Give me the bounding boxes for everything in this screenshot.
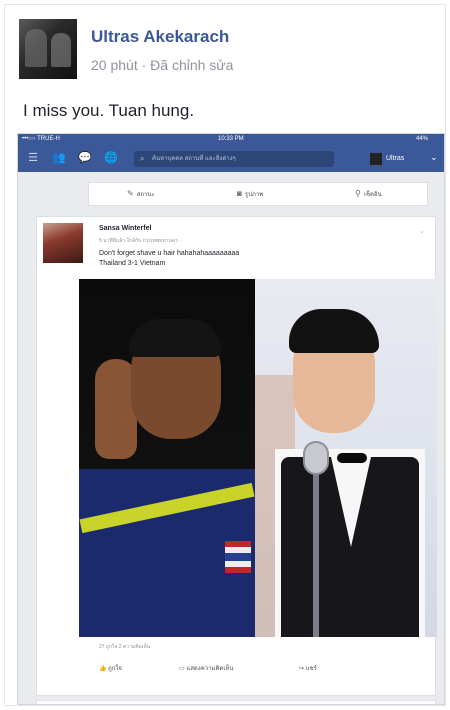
edit-icon: ✎: [127, 189, 134, 198]
microphone-stand: [313, 475, 319, 637]
profile-name: Ultras: [386, 155, 405, 162]
comment-button[interactable]: ▭ แสดงความคิดเห็น: [179, 663, 233, 673]
like-button[interactable]: 👍 ถูกใจ: [99, 663, 122, 673]
chevron-down-icon[interactable]: ⌄: [430, 152, 438, 163]
facebook-navbar: ☰ 👥 💬 🌐 ⌕ ค้นหาบุคคล สถานที่ และสิ่งต่าง…: [18, 146, 444, 172]
clock-label: 10:33 PM: [218, 136, 244, 142]
search-placeholder: ค้นหาบุคคล สถานที่ และสิ่งต่างๆ: [152, 156, 236, 162]
like-label: ถูกใจ: [108, 666, 122, 672]
inner-post-text: Don't forget shave u hair hahahahaaaaaaa…: [99, 249, 239, 269]
post-composer: ✎ สถานะ ◙ รูปภาพ ⚲ เช็คอิน: [88, 182, 428, 206]
status-button[interactable]: ✎ สถานะ: [127, 189, 155, 199]
like-icon: 👍: [99, 666, 109, 672]
menu-icon[interactable]: ☰: [26, 151, 40, 165]
photo-left-panel: [79, 279, 255, 637]
location-pin-icon: ⚲: [355, 189, 361, 198]
search-icon: ⌕: [140, 154, 145, 163]
thai-flag-stripe: [225, 567, 251, 573]
author-name[interactable]: Ultras Akekarach: [91, 27, 229, 47]
photo-right-panel: [255, 279, 437, 637]
inner-post-line1: Don't forget shave u hair hahahahaaaaaaa…: [99, 250, 240, 257]
checkin-button[interactable]: ⚲ เช็คอิน: [355, 189, 382, 199]
inner-post-meta: 5 นาทีที่แล้ว ใกล้กับ กรุงเทพมหานคร ·: [99, 238, 181, 244]
inner-author-name[interactable]: Sansa Winterfel: [99, 225, 151, 232]
share-button[interactable]: ↪ แชร์: [299, 663, 317, 673]
singer-hair: [289, 309, 379, 353]
reaction-stats[interactable]: 27 ถูกใจ 2 ความคิดเห็น: [99, 643, 150, 651]
status-label: สถานะ: [136, 192, 155, 198]
checkin-label: เช็คอิน: [363, 192, 382, 198]
post-photo[interactable]: [79, 279, 437, 637]
notifications-icon[interactable]: 🌐: [104, 151, 118, 165]
bow-tie: [337, 453, 367, 463]
attached-screenshot[interactable]: •••○○ TRUE-H 10:33 PM 44% ☰ 👥 💬 🌐 ⌕ ค้นห…: [17, 133, 445, 705]
carrier-label: •••○○ TRUE-H: [22, 136, 60, 142]
search-input[interactable]: ⌕ ค้นหาบุคคล สถานที่ และสิ่งต่างๆ: [134, 151, 334, 167]
player-hair: [129, 319, 221, 357]
photo-button[interactable]: ◙ รูปภาพ: [237, 189, 263, 199]
messages-icon[interactable]: 💬: [78, 151, 92, 165]
post-message: I miss you. Tuan hung.: [23, 101, 195, 120]
post-actions: 👍 ถูกใจ ▭ แสดงความคิดเห็น ↪ แชร์: [99, 663, 419, 677]
photo-label: รูปภาพ: [244, 192, 264, 198]
share-label: แชร์: [305, 666, 317, 672]
inner-author-avatar[interactable]: [43, 223, 83, 263]
thai-flag-stripe: [225, 553, 251, 561]
inner-feed-post: Sansa Winterfel 5 นาทีที่แล้ว ใกล้กับ กร…: [36, 216, 437, 696]
inner-post-line2: Thailand 3-1 Vietnam: [99, 260, 166, 267]
post-options-icon[interactable]: ⌄: [419, 227, 425, 235]
comment-label: แสดงความคิดเห็น: [186, 666, 234, 672]
phone-statusbar: •••○○ TRUE-H 10:33 PM 44%: [18, 134, 444, 146]
next-feed-post: [36, 700, 436, 704]
post-timestamp[interactable]: 20 phút · Đã chỉnh sửa: [91, 57, 233, 73]
share-icon: ↪: [299, 666, 306, 672]
microphone-icon: [303, 441, 329, 475]
profile-avatar: [370, 153, 382, 165]
battery-label: 44%: [416, 136, 429, 142]
author-avatar[interactable]: [19, 19, 77, 79]
friends-icon[interactable]: 👥: [52, 151, 66, 165]
camera-icon: ◙: [237, 189, 242, 198]
